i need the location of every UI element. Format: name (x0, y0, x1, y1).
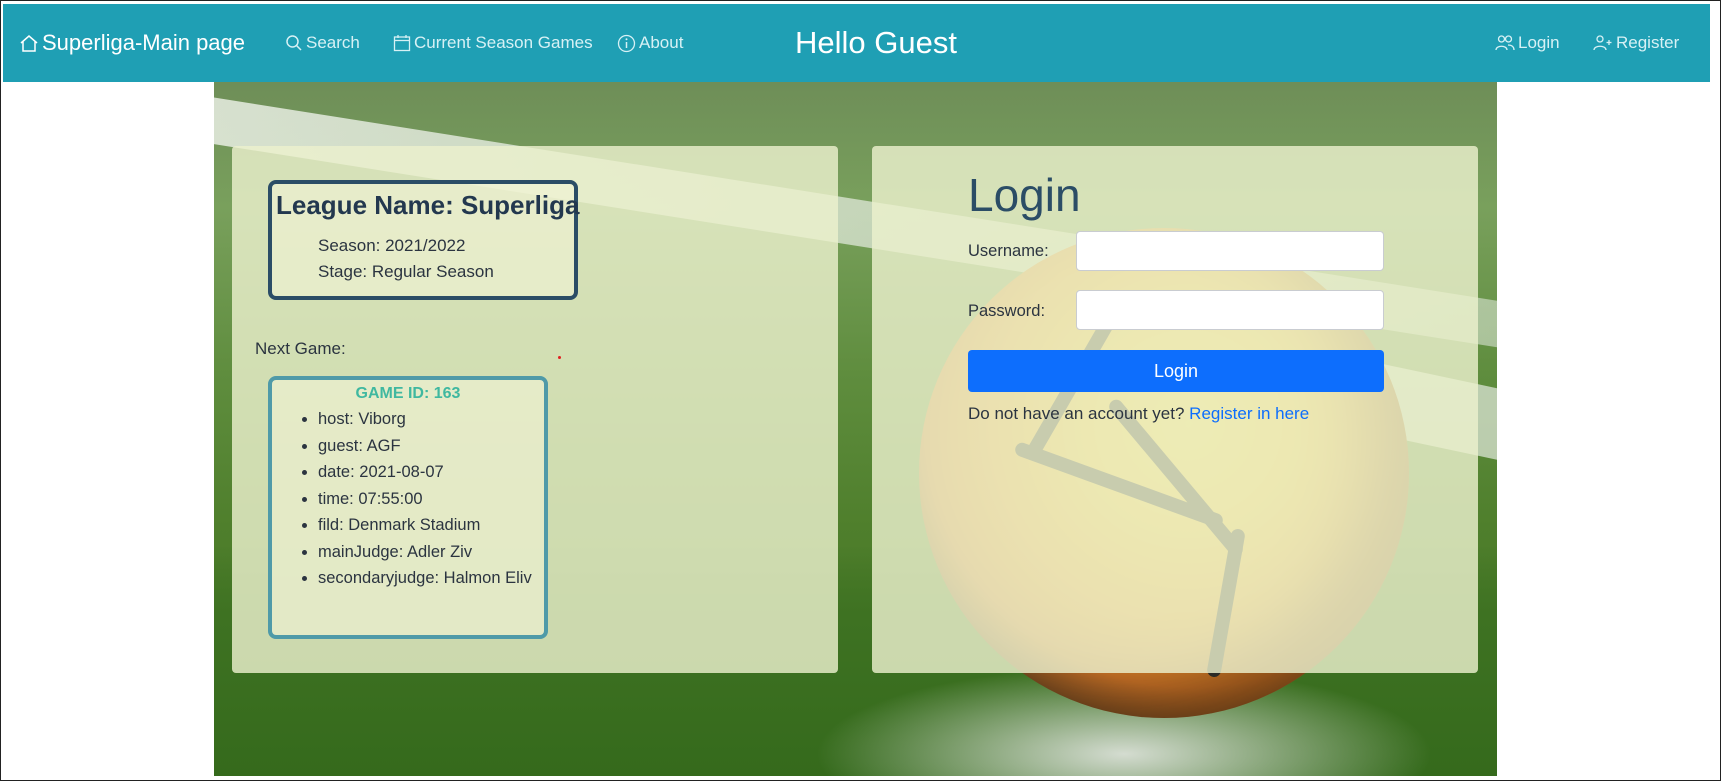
register-link[interactable]: Register in here (1189, 404, 1309, 423)
game-id: GAME ID: 163 (355, 385, 461, 402)
user-plus-icon (1593, 35, 1612, 51)
game-detail-secondary-judge: secondaryjudge: Halmon Eliv (318, 565, 548, 592)
nav-home-link[interactable]: Superliga-Main page (19, 30, 245, 56)
nav-search-link[interactable]: Search (285, 33, 360, 53)
greeting-text: Hello Guest (795, 25, 957, 60)
game-detail-date: date: 2021-08-07 (318, 459, 548, 486)
next-game-card: GAME ID: 163 host: Viborg guest: AGF dat… (268, 376, 548, 639)
password-field[interactable] (1076, 290, 1384, 330)
home-icon (20, 35, 38, 52)
nav-about-link[interactable]: About (617, 33, 683, 53)
nav-login-link[interactable]: Login (1495, 33, 1560, 53)
cursor-dot (558, 356, 561, 359)
next-game-label: Next Game: (255, 339, 346, 358)
nav-brand-label: Superliga-Main page (42, 30, 246, 55)
nav-current-season-games-link[interactable]: Current Season Games (393, 33, 593, 53)
navbar: Superliga-Main page Search Current Seaso… (3, 4, 1710, 82)
no-account-text: Do not have an account yet? (968, 404, 1185, 423)
login-button[interactable]: Login (968, 350, 1384, 392)
calendar-icon (393, 35, 411, 52)
game-detail-time: time: 07:55:00 (318, 486, 548, 513)
game-detail-guest: guest: AGF (318, 433, 548, 460)
game-details-list: host: Viborg guest: AGF date: 2021-08-07… (292, 406, 548, 592)
game-detail-field: fild: Denmark Stadium (318, 512, 548, 539)
register-prompt: Do not have an account yet? Register in … (968, 404, 1309, 424)
game-detail-host: host: Viborg (318, 406, 548, 433)
nav-register-label: Register (1616, 33, 1680, 52)
username-label: Username: (968, 242, 1049, 260)
league-card: League Name: Superliga Season: 2021/2022… (268, 180, 580, 300)
users-icon (1495, 35, 1515, 51)
nav-games-label: Current Season Games (414, 33, 593, 52)
league-season: Season: 2021/2022 (318, 236, 466, 255)
password-label: Password: (968, 302, 1046, 320)
league-stage: Stage: Regular Season (318, 262, 494, 281)
search-icon (286, 35, 302, 51)
game-detail-main-judge: mainJudge: Adler Ziv (318, 539, 548, 566)
info-icon (617, 34, 636, 52)
nav-login-label: Login (1518, 33, 1560, 52)
league-name: League Name: Superliga (276, 190, 580, 220)
nav-search-label: Search (306, 33, 360, 52)
login-heading: Login (968, 169, 1081, 221)
nav-register-link[interactable]: Register (1593, 33, 1679, 53)
username-field[interactable] (1076, 231, 1384, 271)
nav-about-label: About (639, 33, 684, 52)
